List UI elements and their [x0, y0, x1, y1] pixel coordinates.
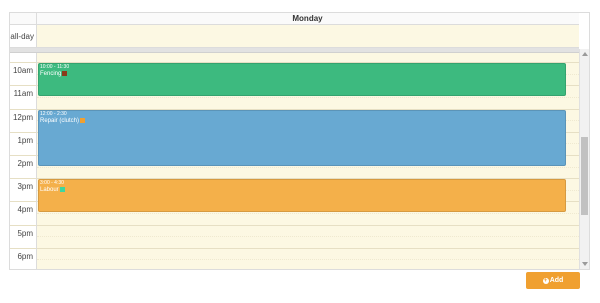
scrollbar-thumb[interactable] [581, 137, 588, 215]
event-time: 10:00 - 11:30 [40, 64, 70, 71]
event-title-text: Repair (clutch) [40, 117, 80, 124]
hour-line [10, 62, 36, 64]
hour-line [10, 224, 36, 226]
all-day-row: all-day [10, 25, 579, 48]
time-label: 6pm [17, 251, 33, 261]
event-title: Repair (clutch) [40, 117, 86, 124]
vertical-scrollbar[interactable] [579, 49, 589, 269]
half-hour-line [37, 97, 579, 99]
scroll-up-icon[interactable] [582, 52, 588, 56]
hour-line [10, 108, 36, 110]
plus-circle-icon: + [542, 278, 549, 284]
event-title-text: Labour [40, 187, 59, 194]
time-label: 10am [12, 66, 33, 76]
event-title: Labour [40, 187, 65, 193]
time-label: 1pm [17, 135, 33, 145]
half-hour-line [37, 259, 579, 261]
time-label: 4pm [17, 205, 33, 215]
hour-line [10, 131, 36, 133]
event-time: 3:00 - 4:30 [40, 180, 64, 187]
half-hour-line [37, 213, 579, 215]
hour-line [10, 247, 36, 249]
add-button-label: Add [549, 277, 564, 284]
hour-line [37, 247, 579, 249]
calendar-event[interactable]: 3:00 - 4:30 Labour [38, 179, 566, 213]
hour-line [10, 85, 36, 87]
time-label: 11am [13, 89, 33, 99]
calendar-event[interactable]: 12:00 - 2:30 Repair (clutch) [38, 109, 566, 166]
calendar: Monday all-day 10am 11am 12pm 1pm 2pm 3pm 4pm 5… [9, 12, 590, 270]
hour-line [10, 201, 36, 203]
calendar-header: Monday [10, 13, 579, 25]
time-label: 3pm [17, 182, 33, 192]
time-label: 12pm [12, 112, 33, 122]
event-color-swatch [80, 117, 86, 123]
time-axis: 10am 11am 12pm 1pm 2pm 3pm 4pm 5pm 6pm [10, 53, 37, 269]
event-time: 12:00 - 2:30 [40, 110, 67, 117]
all-day-label: all-day [10, 32, 34, 41]
scroll-down-icon[interactable] [582, 262, 588, 266]
time-grid-scroller[interactable]: 10am 11am 12pm 1pm 2pm 3pm 4pm 5pm 6pm 10:00 - 1… [10, 53, 579, 269]
day-column-monday[interactable]: 10:00 - 11:30 Fencing 12:00 - 2:30 Repair (… [37, 53, 579, 269]
time-label: 2pm [17, 159, 33, 169]
add-button[interactable]: + Add [526, 272, 580, 289]
day-header-monday: Monday [292, 14, 323, 23]
half-hour-line [37, 236, 579, 238]
hour-line [10, 155, 36, 157]
all-day-axis: all-day [10, 25, 37, 47]
calendar-event[interactable]: 10:00 - 11:30 Fencing [38, 63, 566, 97]
hour-line [10, 178, 36, 180]
time-label: 5pm [17, 228, 33, 238]
header-axis-spacer [10, 13, 37, 24]
all-day-cell[interactable] [37, 25, 579, 47]
event-title-text: Fencing [40, 71, 62, 78]
hour-line [37, 224, 579, 226]
half-hour-line [37, 166, 579, 168]
event-color-swatch [62, 71, 68, 77]
event-title: Fencing [40, 71, 68, 78]
event-color-swatch [59, 187, 65, 193]
